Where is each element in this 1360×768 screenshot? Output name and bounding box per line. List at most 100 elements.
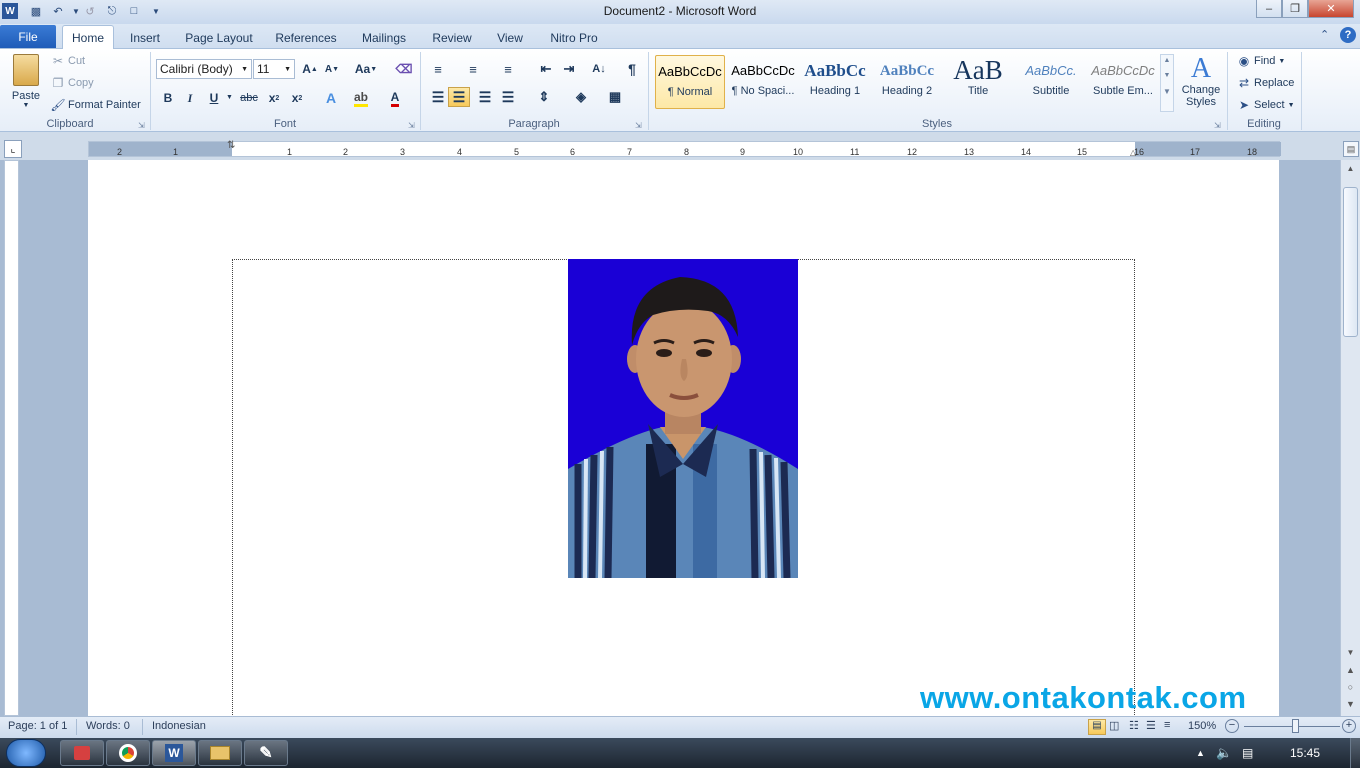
- vertical-scrollbar[interactable]: ▲ ▼ ▲ ○ ▼: [1340, 160, 1360, 716]
- maximize-button[interactable]: ❐: [1282, 0, 1308, 18]
- scroll-up-icon[interactable]: ▲: [1341, 164, 1360, 173]
- show-hidden-icons-icon[interactable]: ▲: [1196, 748, 1205, 758]
- taskbar-explorer-icon[interactable]: [198, 740, 242, 766]
- paragraph-dialog-launcher-icon[interactable]: ⇲: [635, 121, 642, 130]
- align-right-icon[interactable]: ☰: [474, 87, 496, 107]
- zoom-slider-thumb[interactable]: [1292, 719, 1299, 733]
- show-desktop-button[interactable]: [1350, 738, 1360, 768]
- font-name-combo[interactable]: Calibri (Body) ▼: [156, 59, 252, 79]
- zoom-in-icon[interactable]: +: [1342, 719, 1356, 733]
- taskbar-clock[interactable]: 15:45: [1290, 746, 1320, 760]
- more-styles-icon[interactable]: ▼: [1161, 87, 1173, 96]
- next-page-icon[interactable]: ▼: [1341, 699, 1360, 709]
- taskbar-paint-icon[interactable]: ✎: [244, 740, 288, 766]
- right-indent-marker-icon[interactable]: △: [1130, 148, 1136, 157]
- font-dialog-launcher-icon[interactable]: ⇲: [408, 121, 415, 130]
- find-button[interactable]: ◉ Find ▼: [1236, 53, 1286, 69]
- full-screen-reading-icon[interactable]: ◫: [1109, 719, 1119, 732]
- print-layout-view-icon[interactable]: ▤: [1088, 719, 1106, 735]
- outline-view-icon[interactable]: ☰: [1146, 719, 1156, 732]
- replace-button[interactable]: ⇄ Replace: [1236, 75, 1294, 91]
- scroll-down-icon[interactable]: ▼: [1341, 648, 1360, 657]
- web-layout-icon[interactable]: ☷: [1129, 719, 1139, 732]
- styles-dialog-launcher-icon[interactable]: ⇲: [1214, 121, 1221, 130]
- align-left-icon[interactable]: ☰: [427, 87, 449, 107]
- italic-button[interactable]: I: [179, 88, 201, 108]
- minimize-button[interactable]: –: [1256, 0, 1282, 18]
- superscript-button[interactable]: x2: [286, 88, 308, 108]
- close-button[interactable]: ✕: [1308, 0, 1354, 18]
- zoom-out-icon[interactable]: −: [1225, 719, 1239, 733]
- bullets-icon[interactable]: ≡: [427, 59, 449, 79]
- multilevel-list-icon[interactable]: ≡: [497, 59, 519, 79]
- zoom-level[interactable]: 150%: [1188, 720, 1216, 732]
- scrollbar-thumb[interactable]: [1343, 187, 1358, 337]
- subscript-button[interactable]: x2: [263, 88, 285, 108]
- numbering-icon[interactable]: ≡: [462, 59, 484, 79]
- style-heading-2[interactable]: AaBbCc Heading 2: [872, 55, 942, 109]
- view-ruler-icon[interactable]: ▤: [1343, 141, 1359, 157]
- taskbar-chrome-icon[interactable]: [106, 740, 150, 766]
- taskbar-app-icon[interactable]: [60, 740, 104, 766]
- style-title[interactable]: AaB Title: [943, 55, 1013, 109]
- draft-view-icon[interactable]: ≡: [1164, 719, 1170, 731]
- select-browse-object-icon[interactable]: ○: [1341, 682, 1360, 692]
- style-subtitle[interactable]: AaBbCc. Subtitle: [1016, 55, 1086, 109]
- decrease-indent-icon[interactable]: ⇤: [535, 59, 557, 79]
- shading-icon[interactable]: ◈: [570, 87, 592, 107]
- strikethrough-button[interactable]: abc: [238, 88, 260, 108]
- tab-nitro-pro[interactable]: Nitro Pro: [540, 28, 608, 48]
- font-size-combo[interactable]: 11 ▼: [253, 59, 295, 79]
- taskbar-word-icon[interactable]: W: [152, 740, 196, 766]
- tab-file[interactable]: File: [0, 25, 56, 48]
- word-count-status[interactable]: Words: 0: [86, 720, 130, 732]
- horizontal-ruler[interactable]: 2 1 1 2 3 4 5 6 7 8 9 10 11 12 13 14 15 …: [88, 140, 1281, 157]
- previous-page-icon[interactable]: ▲: [1341, 665, 1360, 675]
- change-styles-button[interactable]: A Change Styles: [1178, 54, 1224, 114]
- chevron-up-icon[interactable]: ▲: [1161, 57, 1173, 64]
- tab-review[interactable]: Review: [424, 28, 480, 48]
- paste-button[interactable]: Paste ▼: [6, 52, 46, 114]
- portrait-photo[interactable]: [568, 259, 798, 578]
- style-normal[interactable]: AaBbCcDc ¶ Normal: [655, 55, 725, 109]
- tab-insert[interactable]: Insert: [122, 28, 168, 48]
- style-heading-1[interactable]: AaBbCc Heading 1: [800, 55, 870, 109]
- copy-button[interactable]: ❐ Copy: [50, 75, 94, 91]
- clear-formatting-icon[interactable]: ⌫: [393, 59, 415, 79]
- cut-button[interactable]: ✂ Cut: [50, 53, 85, 69]
- sort-icon[interactable]: A↓: [588, 59, 610, 79]
- select-button[interactable]: ➤ Select ▼: [1236, 97, 1295, 113]
- clipboard-dialog-launcher-icon[interactable]: ⇲: [138, 121, 145, 130]
- style-subtle-emphasis[interactable]: AaBbCcDc Subtle Em...: [1088, 55, 1158, 109]
- shrink-font-button[interactable]: A ▼: [321, 59, 343, 79]
- tab-page-layout[interactable]: Page Layout: [178, 28, 260, 48]
- borders-icon[interactable]: ▦: [604, 87, 626, 107]
- change-case-button[interactable]: Aa ▼: [352, 59, 380, 79]
- underline-dropdown-icon[interactable]: ▼: [226, 94, 233, 101]
- tab-view[interactable]: View: [488, 28, 532, 48]
- grow-font-button[interactable]: A ▲: [299, 59, 321, 79]
- network-icon[interactable]: ▤: [1242, 746, 1253, 760]
- format-painter-button[interactable]: 🖌 Format Painter: [50, 97, 140, 113]
- show-formatting-marks-icon[interactable]: ¶: [621, 59, 643, 79]
- align-center-icon[interactable]: ☰: [448, 87, 470, 107]
- volume-icon[interactable]: 🔈: [1216, 745, 1232, 761]
- tab-home[interactable]: Home: [62, 25, 114, 49]
- line-spacing-icon[interactable]: ⇕: [533, 87, 555, 107]
- bold-button[interactable]: B: [157, 88, 179, 108]
- windows-start-icon[interactable]: [6, 739, 46, 767]
- text-effects-icon[interactable]: A: [320, 88, 342, 108]
- highlight-color-icon[interactable]: ab: [350, 88, 372, 108]
- language-status[interactable]: Indonesian: [152, 720, 206, 732]
- tab-references[interactable]: References: [268, 28, 344, 48]
- justify-icon[interactable]: ☰: [497, 87, 519, 107]
- chevron-down-icon[interactable]: ▼: [1161, 72, 1173, 79]
- style-no-spacing[interactable]: AaBbCcDc ¶ No Spaci...: [728, 55, 798, 109]
- styles-gallery-scroll[interactable]: ▲ ▼ ▼: [1160, 54, 1174, 112]
- underline-button[interactable]: U: [203, 88, 225, 108]
- font-color-icon[interactable]: A: [384, 88, 406, 108]
- vertical-ruler[interactable]: [4, 160, 19, 716]
- help-icon[interactable]: ?: [1340, 27, 1356, 43]
- tab-selector-icon[interactable]: ⌞: [4, 140, 22, 158]
- tab-mailings[interactable]: Mailings: [352, 28, 416, 48]
